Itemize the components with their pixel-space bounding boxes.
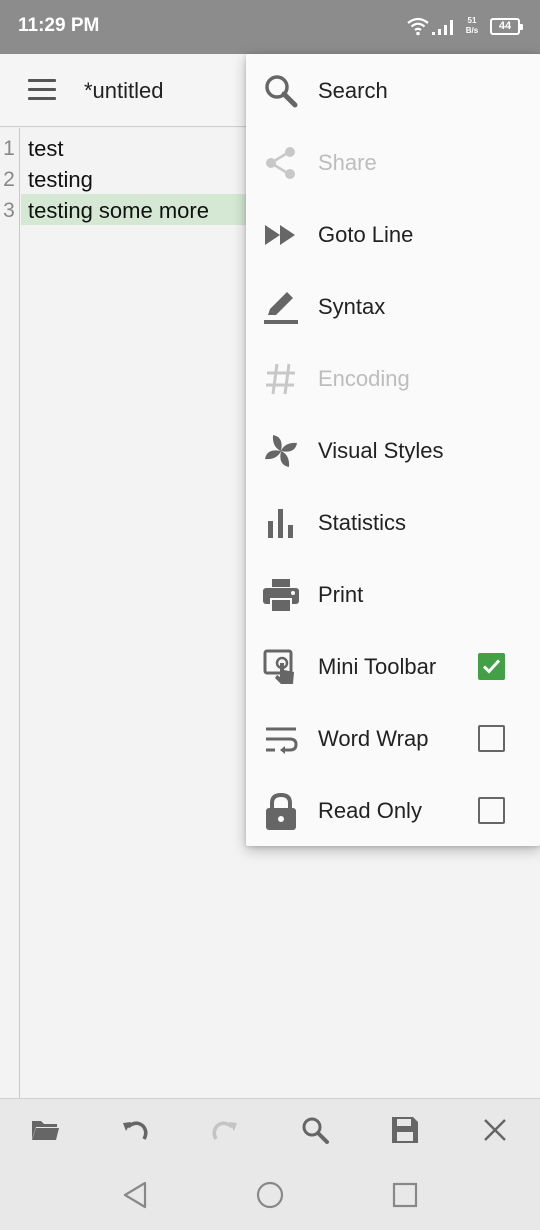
line-number-gutter [0,128,20,1098]
menu-item-print[interactable]: Print [246,558,540,630]
menu-item-word-wrap[interactable]: Word Wrap [246,702,540,774]
line-text[interactable]: testing [28,167,93,193]
line-text[interactable]: test [28,136,63,162]
pinwheel-icon [265,435,297,467]
word-wrap-checkbox[interactable] [478,725,505,752]
undo-icon[interactable] [120,1115,150,1145]
navigation-bar [0,1158,540,1230]
redo-icon [212,1121,237,1140]
menu-item-visual-styles[interactable]: Visual Styles [246,414,540,486]
mini-toolbar-checkbox[interactable] [478,653,505,680]
menu-item-label: Goto Line [318,222,414,247]
net-speed-value: 51 [467,16,477,25]
menu-item-statistics[interactable]: Statistics [246,486,540,558]
pen-underline-icon [264,292,298,324]
net-speed-unit: B/s [465,26,479,35]
back-icon[interactable] [120,1180,150,1210]
bar-chart-icon [268,509,293,538]
status-time: 11:29 PM [18,15,100,36]
touch-screen-icon [263,649,294,684]
menu-item-label: Mini Toolbar [318,654,437,679]
line-number: 2 [3,168,15,191]
check-icon [482,659,501,674]
menu-item-label: Encoding [318,366,410,391]
bottom-toolbar [0,1098,540,1158]
save-icon[interactable] [390,1115,420,1145]
line-number: 1 [3,137,15,160]
document-title: *untitled [84,78,164,103]
menu-item-label: Word Wrap [318,726,429,751]
lock-icon [266,792,296,830]
menu-item-mini-toolbar[interactable]: Mini Toolbar [246,630,540,702]
fast-forward-icon [265,225,295,245]
close-icon[interactable] [480,1115,510,1145]
menu-item-label: Read Only [318,798,422,823]
status-bar: 11:29 PM 51 B/s 44 [0,0,540,54]
menu-item-share[interactable]: Share [246,126,540,198]
home-icon[interactable] [255,1180,285,1210]
menu-item-label: Print [318,582,364,607]
menu-item-encoding[interactable]: Encoding [246,342,540,414]
folder-open-icon[interactable] [30,1115,60,1145]
line-text[interactable]: testing some more [28,198,209,224]
hamburger-icon[interactable] [28,79,56,101]
menu-item-label: Share [318,150,377,175]
search-icon [265,75,298,108]
menu-item-syntax[interactable]: Syntax [246,270,540,342]
wifi-icon [407,17,429,36]
menu-item-label: Statistics [318,510,407,535]
wrap-text-icon [266,727,298,754]
hash-icon [266,363,295,395]
menu-item-read-only[interactable]: Read Only [246,774,540,846]
search-icon[interactable] [300,1115,330,1145]
menu-item-search[interactable]: Search [246,54,540,126]
overflow-menu: Search Share Goto Line Syntax Encoding V… [246,54,540,846]
printer-icon [263,579,299,613]
menu-item-label: Visual Styles [318,438,444,463]
read-only-checkbox[interactable] [478,797,505,824]
net-speed: 51 B/s [463,16,481,36]
line-number: 3 [3,199,15,222]
recents-icon[interactable] [390,1180,420,1210]
menu-item-label: Search [318,78,388,103]
menu-item-label: Syntax [318,294,386,319]
share-icon [266,147,295,179]
menu-item-goto-line[interactable]: Goto Line [246,198,540,270]
signal-icon [432,20,453,35]
battery-icon: 44 [490,18,523,35]
